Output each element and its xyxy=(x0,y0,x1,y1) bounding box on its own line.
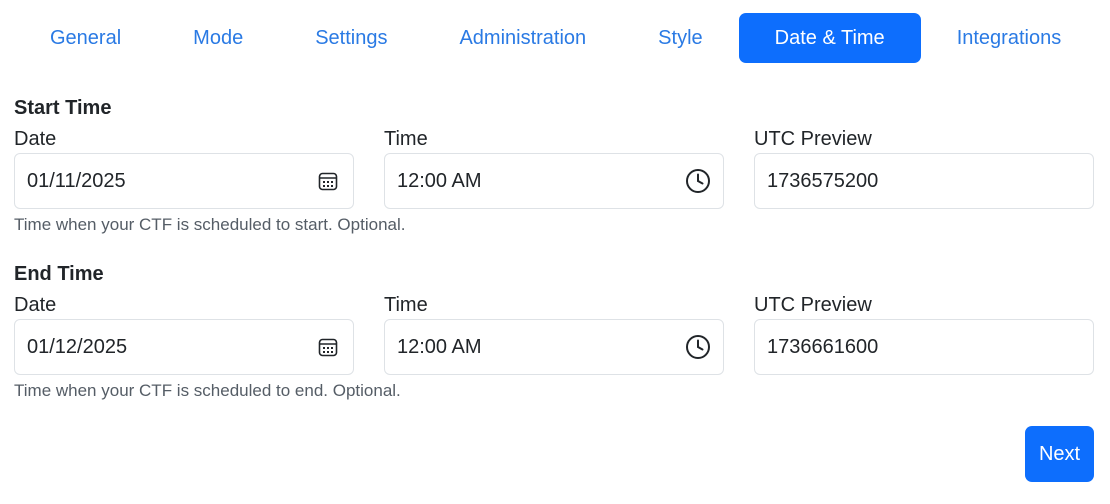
start-date-value: 01/11/2025 xyxy=(27,169,126,192)
calendar-icon[interactable] xyxy=(315,334,341,360)
end-date-input[interactable]: 01/12/2025 xyxy=(14,319,354,375)
clock-icon[interactable] xyxy=(685,334,711,360)
tab-style[interactable]: Style xyxy=(622,13,738,63)
end-time-input[interactable]: 12:00 AM xyxy=(384,319,724,375)
start-time-input[interactable]: 12:00 AM xyxy=(384,153,724,209)
tab-general[interactable]: General xyxy=(14,13,157,63)
tab-date-time[interactable]: Date & Time xyxy=(738,13,921,63)
end-date-value: 01/12/2025 xyxy=(27,335,128,358)
end-time-label: Time xyxy=(384,294,428,316)
tab-settings[interactable]: Settings xyxy=(279,13,423,63)
end-time-help: Time when your CTF is scheduled to end. … xyxy=(14,381,401,400)
start-utc-label: UTC Preview xyxy=(754,128,872,150)
end-time-value: 12:00 AM xyxy=(397,335,482,358)
end-utc-preview-field[interactable]: 1736661600 xyxy=(754,319,1094,375)
start-utc-value: 1736575200 xyxy=(767,169,879,192)
start-date-label: Date xyxy=(14,128,57,150)
tab-mode[interactable]: Mode xyxy=(157,13,279,63)
start-time-help: Time when your CTF is scheduled to start… xyxy=(14,215,406,234)
end-utc-label: UTC Preview xyxy=(754,294,872,316)
tab-integrations[interactable]: Integrations xyxy=(921,13,1098,63)
next-button[interactable]: Next xyxy=(1025,426,1094,482)
config-tabs: General Mode Settings Administration Sty… xyxy=(14,13,1097,63)
clock-icon[interactable] xyxy=(685,168,711,194)
end-time-heading: End Time xyxy=(14,263,104,285)
start-time-value: 12:00 AM xyxy=(397,169,482,192)
tab-administration[interactable]: Administration xyxy=(423,13,622,63)
start-time-heading: Start Time xyxy=(14,97,112,119)
calendar-icon[interactable] xyxy=(315,168,341,194)
end-date-label: Date xyxy=(14,294,57,316)
end-utc-value: 1736661600 xyxy=(767,335,879,358)
start-utc-preview-field[interactable]: 1736575200 xyxy=(754,153,1094,209)
start-date-input[interactable]: 01/11/2025 xyxy=(14,153,354,209)
start-time-label: Time xyxy=(384,128,428,150)
